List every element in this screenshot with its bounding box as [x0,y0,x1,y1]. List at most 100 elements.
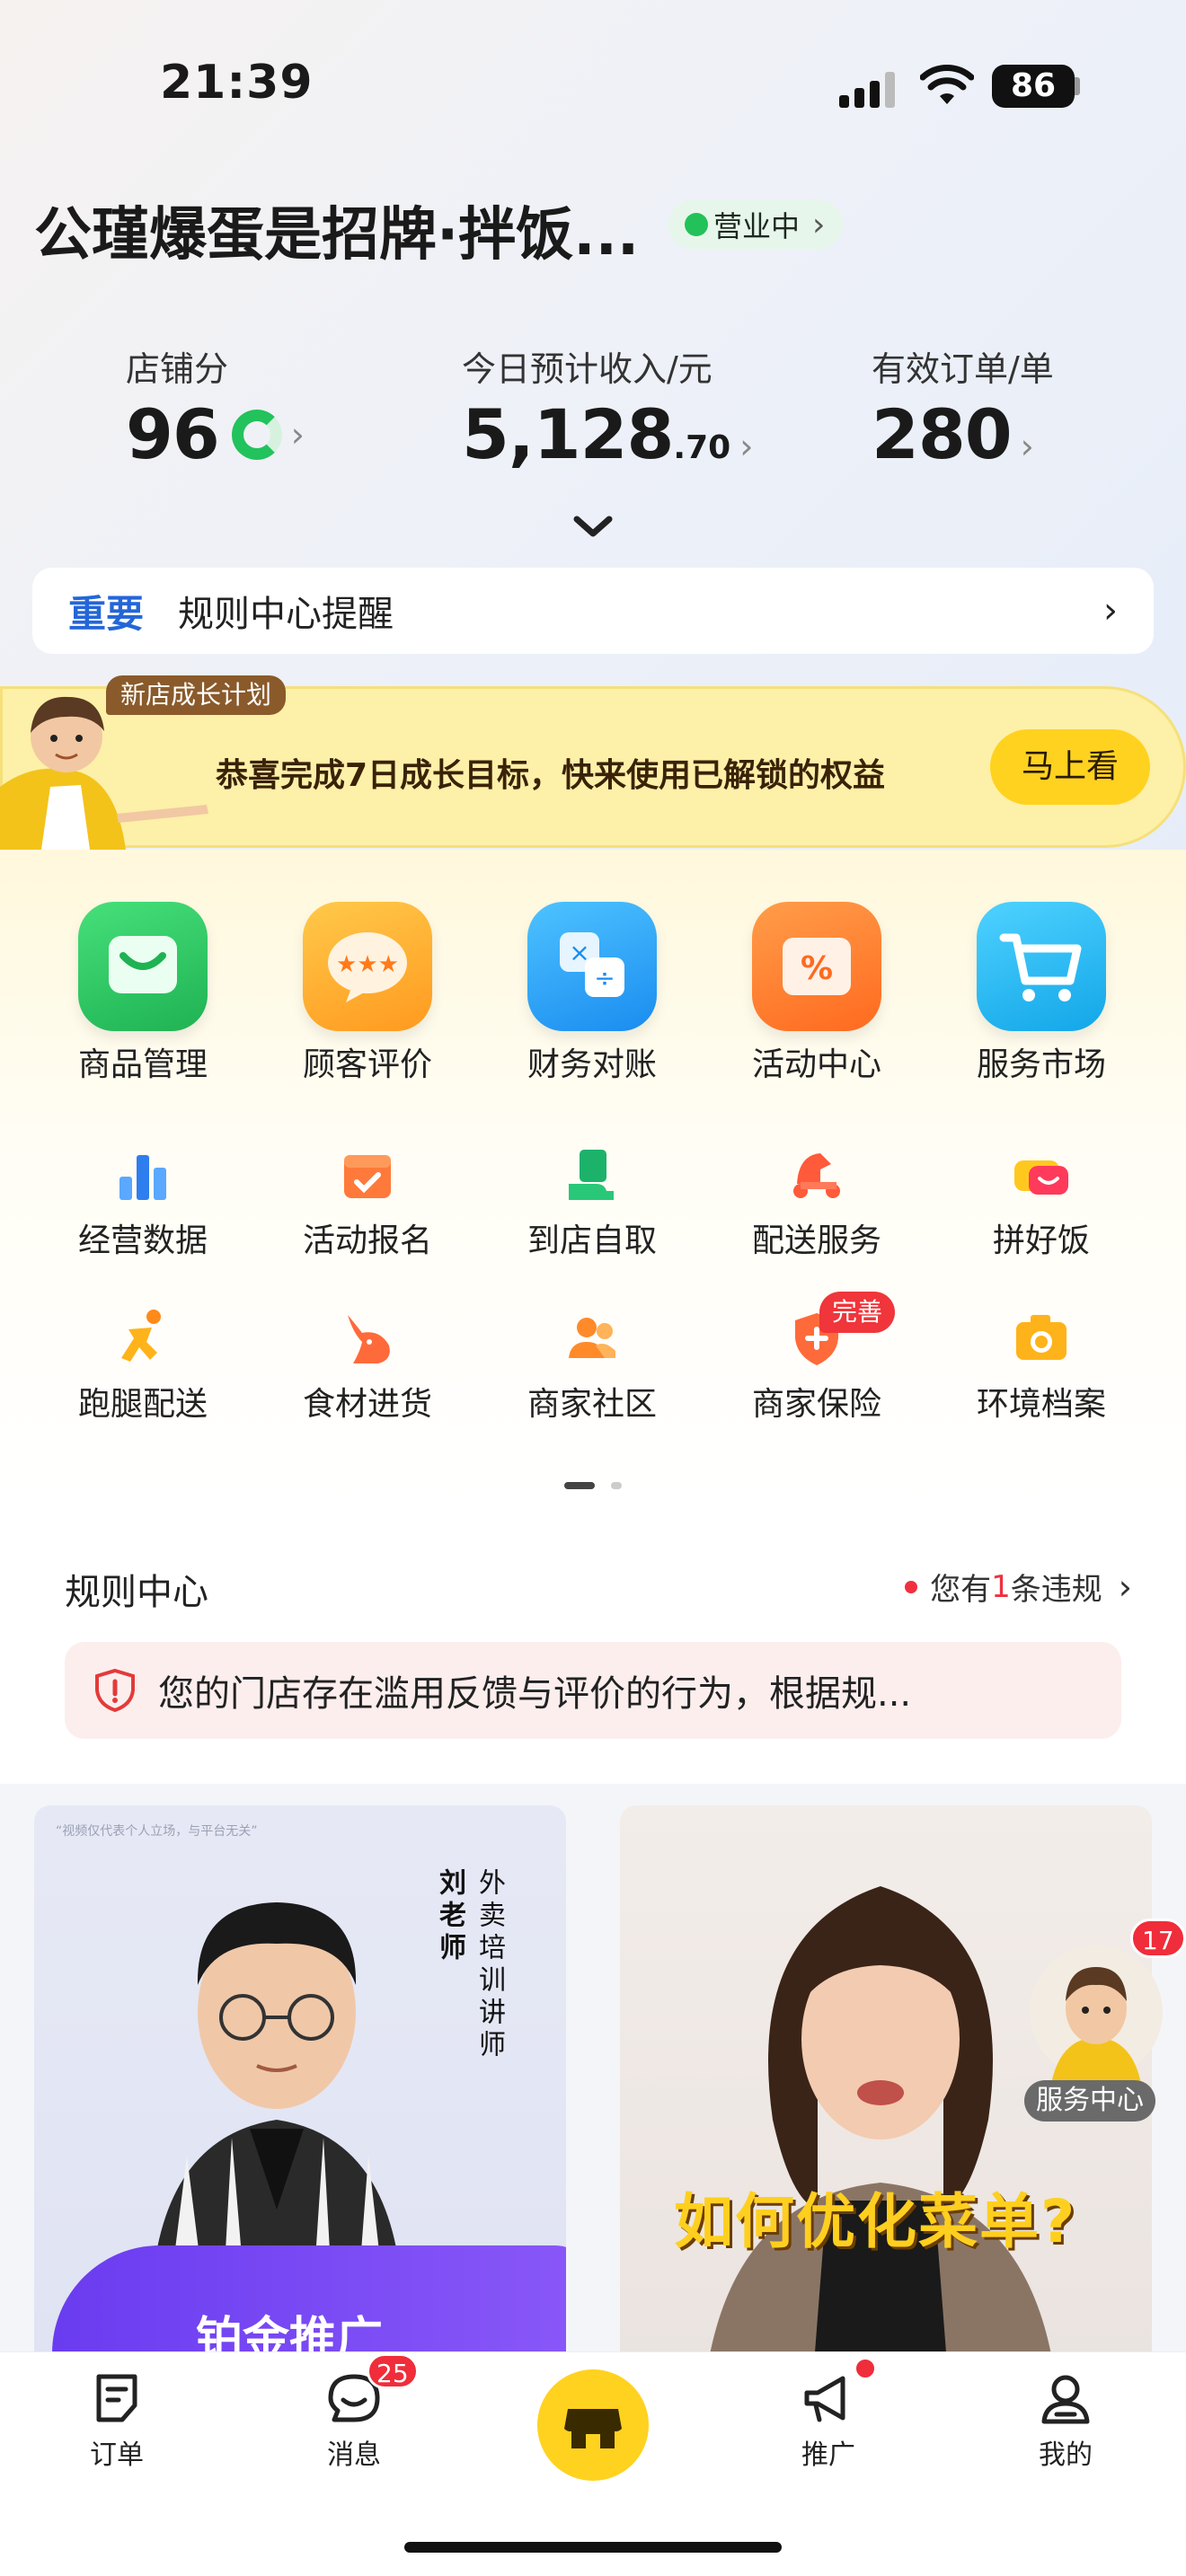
presenter-portrait [701,1886,1060,2434]
home-indicator [404,2542,782,2553]
pager-dot-active [564,1482,595,1489]
metric-income-decimal: .70 [673,429,731,466]
svg-text:%: % [801,950,833,987]
grid-label: 拼好饭 [992,1222,1090,1259]
warning-text: 您的门店存在滥用反馈与评价的行为，根据规... [158,1673,912,1715]
grid-item-ingredient-purchase[interactable]: 食材进货 [255,1306,480,1425]
grid-item-merchant-insurance[interactable]: 商家保险 [704,1306,929,1425]
user-icon [1041,2375,1090,2424]
signal-icon [839,72,898,108]
tab-mine[interactable]: 我的 [994,2369,1137,2472]
menu-video-title: 如何优化菜单? [674,2187,1077,2256]
grid-item-delivery-service[interactable]: 配送服务 [704,1142,929,1261]
store-name[interactable]: 公瑾爆蛋是招牌·拌饭... [34,189,639,271]
grid-label: 环境档案 [976,1386,1106,1423]
grid-item-product-management[interactable]: 商品管理 [31,902,255,1085]
chevron-right-icon: › [1118,1566,1132,1607]
store-status-label: 营业中 [713,209,801,243]
metric-orders-label: 有效订单/单 [872,349,1054,389]
chevron-right-icon: › [1103,590,1118,631]
status-time: 21:39 [160,56,314,110]
grid-label: 财务对账 [527,1046,657,1083]
grid-item-activity-signup[interactable]: 活动报名 [255,1142,480,1261]
megaphone-icon [804,2376,845,2422]
tab-promote[interactable]: 推广 [757,2369,900,2472]
violation-link[interactable]: 您有 1 条违规 › [905,1565,1132,1609]
running-icon [111,1306,175,1371]
calculator-icon: × ÷ [527,902,657,1031]
metric-score-label: 店铺分 [126,349,229,389]
messages-badge: 25 [367,2353,419,2389]
violation-warning[interactable]: 您的门店存在滥用反馈与评价的行为，根据规... [65,1642,1121,1739]
grid-label: 顾客评价 [302,1046,432,1083]
coupon-icon: % [752,902,881,1031]
teacher-portrait [151,1902,403,2299]
battery-icon: 86 [992,65,1075,108]
grid-item-customer-reviews[interactable]: ★★★ 顾客评价 [255,902,480,1085]
view-now-button[interactable]: 马上看 [990,729,1150,805]
violation-suffix: 条违规 [1010,1572,1102,1608]
shopping-cart-icon [977,902,1106,1031]
metric-income[interactable]: 今日预计收入/元 5,128 .70 › [462,341,753,474]
grid-item-service-market[interactable]: 服务市场 [929,902,1154,1085]
store-home-button[interactable] [537,2369,649,2481]
community-icon [560,1306,624,1371]
shopping-bag-icon [78,902,208,1031]
grid-label: 商家社区 [527,1386,657,1423]
grid-item-merchant-community[interactable]: 商家社区 [480,1306,704,1425]
grid-item-activity-center[interactable]: % 活动中心 [704,902,929,1085]
insurance-badge: 完善 [819,1292,896,1333]
metric-income-label: 今日预计收入/元 [462,349,712,389]
service-center-badge: 17 [1130,1919,1186,1958]
review-bubble-icon: ★★★ [303,902,432,1031]
growth-plan-tag: 新店成长计划 [106,675,287,715]
rule-notice-text: 规则中心提醒 [178,594,394,635]
grid-label: 活动报名 [302,1222,432,1259]
important-tag: 重要 [68,591,145,636]
pickup-icon [560,1142,624,1207]
grid-item-business-data[interactable]: 经营数据 [31,1142,255,1261]
grid-label: 经营数据 [77,1222,208,1259]
tab-orders-label: 订单 [90,2439,144,2471]
order-icon [96,2374,137,2422]
camera-icon [1009,1306,1074,1371]
grid-label: 配送服务 [751,1222,881,1259]
grid-item-environment-archive[interactable]: 环境档案 [929,1306,1154,1425]
storefront-icon [564,2409,622,2448]
store-status-pill[interactable]: 营业中 › [668,199,844,250]
scooter-icon [784,1142,849,1207]
service-avatar-icon [1030,1945,1163,2084]
chevron-right-icon: › [739,427,754,466]
video-card-training[interactable]: “视频仅代表个人立场，与平台无关” 刘老师 外卖培训讲师 铂金推广 [34,1805,566,2434]
grid-label: 商家保险 [751,1386,881,1423]
bar-chart-icon [111,1142,175,1207]
metric-orders-value: 280 [872,394,1013,474]
wifi-icon [919,65,975,108]
svg-text:×: × [569,938,589,967]
grid-item-finance[interactable]: × ÷ 财务对账 [480,902,704,1085]
kangaroo-icon [335,1306,400,1371]
violation-count: 1 [991,1568,1011,1605]
grid-item-store-pickup[interactable]: 到店自取 [480,1142,704,1261]
pager-dot[interactable] [611,1482,622,1489]
chevron-right-icon: › [1020,427,1034,466]
teacher-role: 外卖培训讲师 [474,1868,505,2062]
grid-item-pinhaofan[interactable]: 拼好饭 [929,1142,1154,1261]
metric-score[interactable]: 店铺分 96 › [126,341,305,474]
grid-label: 服务市场 [976,1046,1106,1083]
grid-item-errand-delivery[interactable]: 跑腿配送 [31,1306,255,1425]
warning-shield-icon [95,1668,135,1713]
service-center-label[interactable]: 服务中心 [1024,2080,1155,2122]
tab-messages-label: 消息 [327,2439,381,2471]
teacher-name: 刘老师 [434,1868,465,1965]
meal-box-icon [1009,1142,1074,1207]
rule-notice-bar[interactable]: 重要 规则中心提醒 › [32,568,1154,654]
tab-orders[interactable]: 订单 [45,2369,189,2472]
grid-label: 食材进货 [302,1386,432,1423]
metric-score-value: 96 [126,394,220,474]
expand-chevron-icon[interactable] [566,510,620,546]
grid-label: 跑腿配送 [77,1386,208,1423]
metric-orders[interactable]: 有效订单/单 280 › [872,341,1054,474]
promote-red-dot [854,2357,877,2380]
battery-cap [1075,77,1080,95]
